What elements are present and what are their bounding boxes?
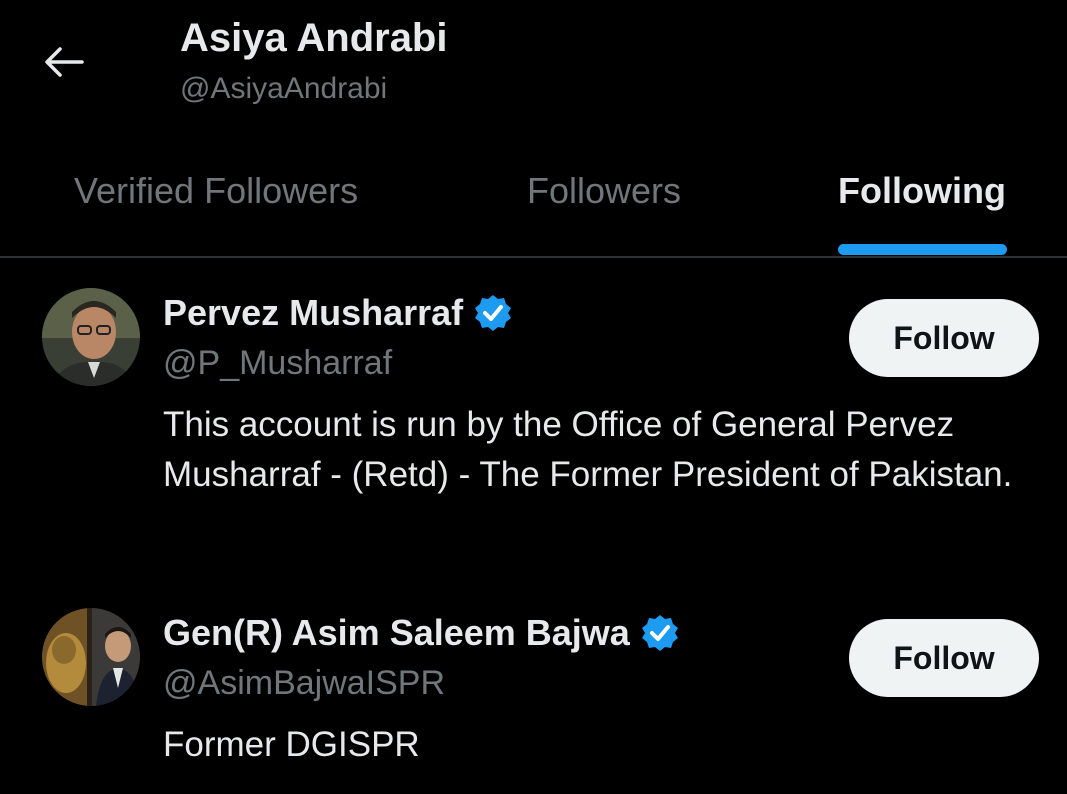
user-name-text: Gen(R) Asim Saleem Bajwa xyxy=(163,612,630,653)
arrow-left-icon xyxy=(45,47,84,77)
tab-followers[interactable]: Followers xyxy=(527,170,681,212)
profile-title: Asiya Andrabi xyxy=(180,16,448,60)
avatar[interactable] xyxy=(42,288,140,386)
user-name[interactable]: Gen(R) Asim Saleem Bajwa xyxy=(163,612,680,654)
user-row[interactable]: Gen(R) Asim Saleem Bajwa @AsimBajwaISPR … xyxy=(0,590,1067,790)
user-name[interactable]: Pervez Musharraf xyxy=(163,292,513,334)
follow-button[interactable]: Follow xyxy=(849,299,1039,377)
user-name-text: Pervez Musharraf xyxy=(163,292,464,333)
verified-badge-icon xyxy=(475,295,512,331)
user-bio: This account is run by the Office of Gen… xyxy=(163,405,1013,494)
user-handle: @P_Musharraf xyxy=(163,344,393,382)
top-bar: Asiya Andrabi @AsiyaAndrabi xyxy=(0,0,1067,140)
verified-badge-icon xyxy=(641,615,678,651)
user-row[interactable]: Pervez Musharraf @P_Musharraf This accou… xyxy=(0,270,1067,570)
user-handle: @AsimBajwaISPR xyxy=(163,664,446,702)
back-button[interactable] xyxy=(38,36,90,88)
profile-handle: @AsiyaAndrabi xyxy=(180,72,388,105)
user-bio: Former DGISPR xyxy=(163,725,420,764)
follow-button[interactable]: Follow xyxy=(849,619,1039,697)
tab-verified-followers[interactable]: Verified Followers xyxy=(74,170,358,212)
tab-bar: Verified Followers Followers Following xyxy=(0,140,1067,258)
active-tab-indicator xyxy=(838,244,1007,255)
avatar[interactable] xyxy=(42,608,140,706)
tab-following[interactable]: Following xyxy=(838,170,1006,212)
